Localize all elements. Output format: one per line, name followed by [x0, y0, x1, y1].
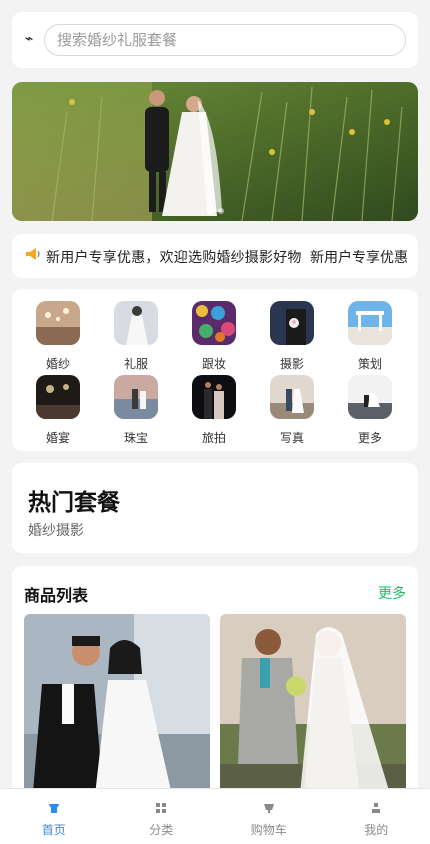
- category-item-more[interactable]: 更多: [340, 375, 400, 446]
- category-item-portrait[interactable]: 写真: [262, 375, 322, 446]
- category-item-photography[interactable]: 摄影: [262, 301, 322, 372]
- product-card[interactable]: [24, 614, 210, 804]
- category-item-makeup[interactable]: 跟妆: [184, 301, 244, 372]
- logo-icon: ⌁: [25, 30, 34, 46]
- portrait-icon: [270, 375, 314, 419]
- hot-package-section[interactable]: 热门套餐 婚纱摄影: [12, 463, 418, 553]
- category-item-banquet[interactable]: 婚宴: [28, 375, 88, 446]
- home-icon: [48, 804, 59, 813]
- category-item-jewelry[interactable]: 珠宝: [106, 375, 166, 446]
- cart-icon: [263, 804, 274, 813]
- search-input[interactable]: [44, 24, 406, 56]
- carousel-dot[interactable]: [206, 208, 213, 214]
- jewelry-icon: [114, 375, 158, 419]
- category-item-wedding-dress[interactable]: 婚纱: [28, 301, 88, 372]
- banner-image: [12, 82, 418, 221]
- wedding-dress-icon: [36, 301, 80, 345]
- notice-bar[interactable]: 新用户专享优惠，欢迎选购婚纱摄影好物！ 新用户专享优惠: [12, 234, 418, 278]
- category-item-gown[interactable]: 礼服: [106, 301, 166, 372]
- tab-cart[interactable]: 购物车: [215, 789, 323, 844]
- bottom-tab-bar: 首页 分类 购物车 我的: [0, 788, 430, 844]
- more-icon: [348, 375, 392, 419]
- product-card[interactable]: [220, 614, 406, 804]
- photography-icon: [270, 301, 314, 345]
- megaphone-icon: [26, 248, 40, 260]
- planning-icon: [348, 301, 392, 345]
- grid-icon: [156, 803, 167, 813]
- banquet-icon: [36, 375, 80, 419]
- tab-home[interactable]: 首页: [0, 789, 108, 844]
- carousel-dot[interactable]: [217, 208, 224, 214]
- makeup-icon: [192, 301, 236, 345]
- tab-category[interactable]: 分类: [108, 789, 216, 844]
- product-list-section: 商品列表 更多: [12, 566, 418, 806]
- gown-icon: [114, 301, 158, 345]
- carousel-dots: [12, 208, 418, 214]
- category-item-planning[interactable]: 策划: [340, 301, 400, 372]
- tab-profile[interactable]: 我的: [323, 789, 430, 844]
- travel-photo-icon: [192, 375, 236, 419]
- notice-text-repeat: 新用户专享优惠: [304, 247, 408, 267]
- banner-carousel[interactable]: [12, 82, 418, 221]
- product-list-title: 商品列表: [24, 586, 89, 605]
- notice-text: 新用户专享优惠，欢迎选购婚纱摄影好物！: [46, 250, 316, 266]
- hot-package-title: 热门套餐: [28, 490, 120, 516]
- search-bar: ⌁: [12, 12, 418, 68]
- more-link[interactable]: 更多: [378, 583, 406, 603]
- category-item-travel-photo[interactable]: 旅拍: [184, 375, 244, 446]
- user-icon: [372, 803, 381, 813]
- hot-package-subtitle: 婚纱摄影: [28, 523, 84, 539]
- category-grid: 婚纱 礼服 跟妆 摄影 策划 婚宴 珠宝 旅拍 写真 更多: [12, 289, 418, 451]
